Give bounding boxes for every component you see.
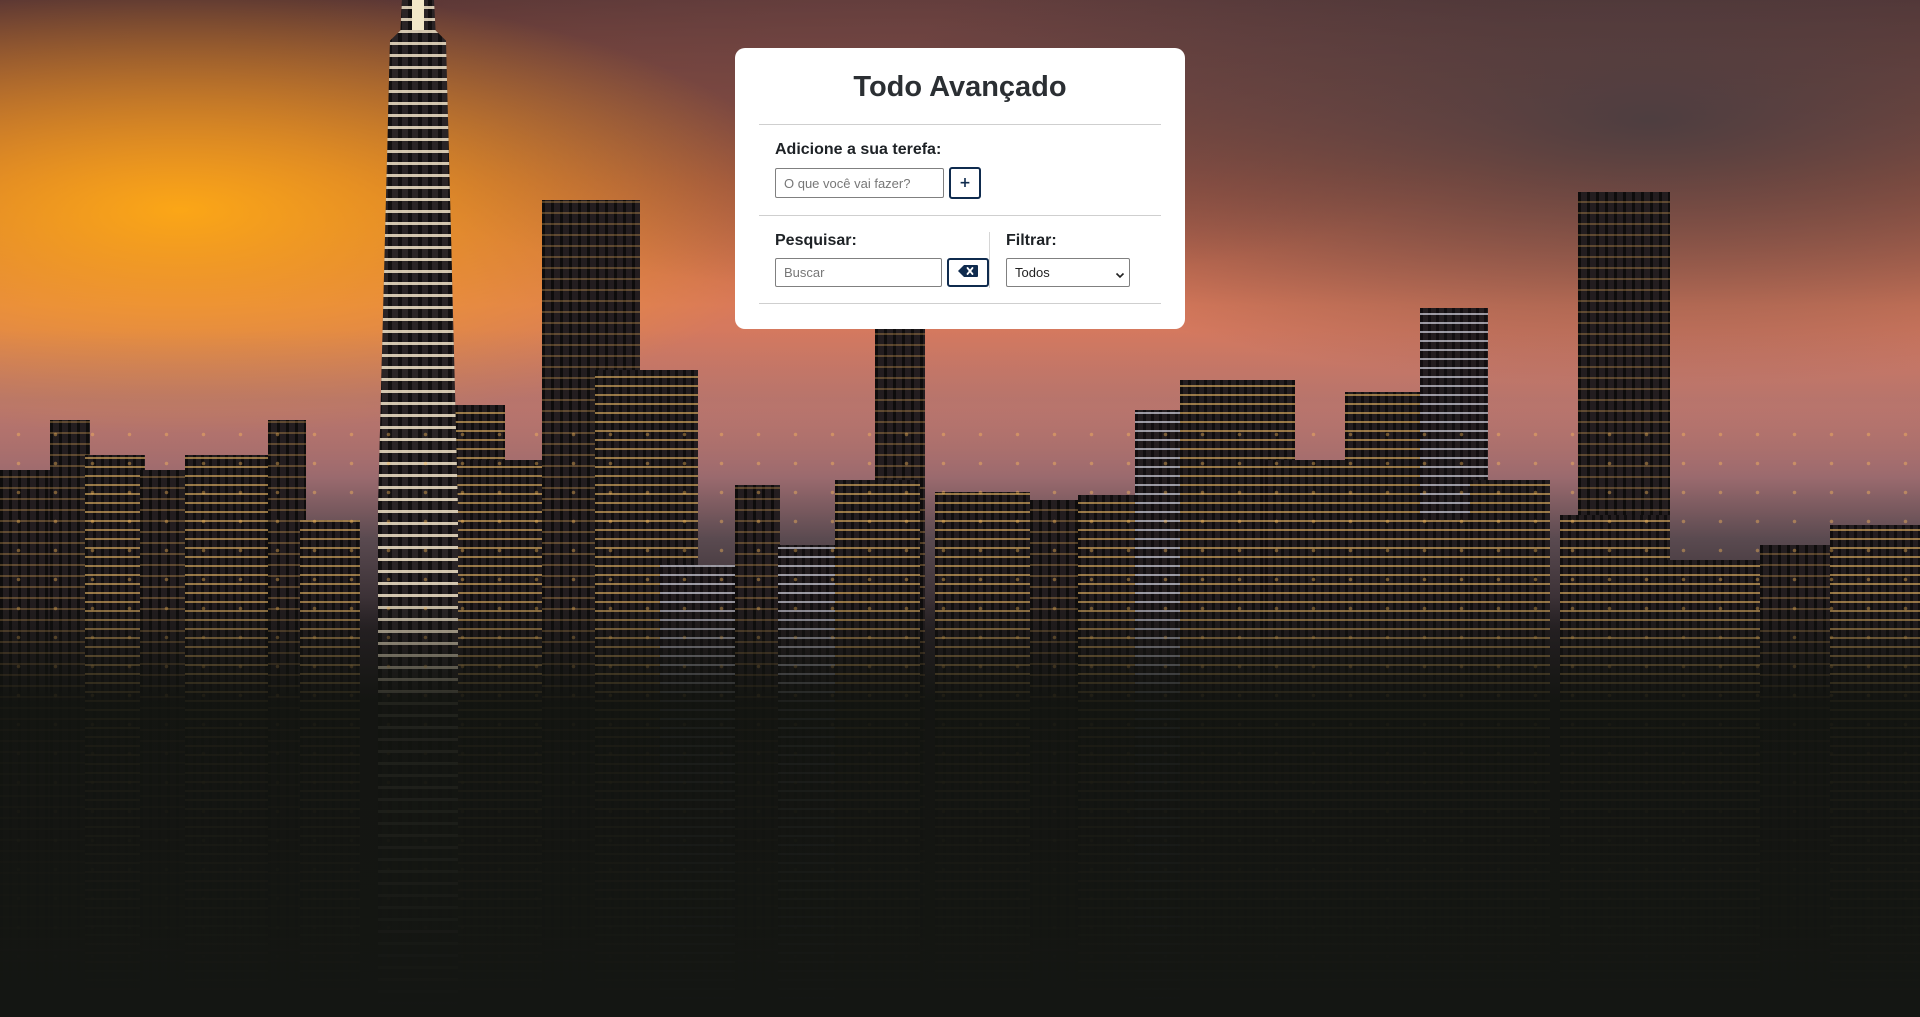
search-input[interactable] bbox=[775, 258, 942, 287]
page-title: Todo Avançado bbox=[853, 71, 1067, 103]
search-row bbox=[775, 258, 989, 287]
toolbar: Pesquisar: Filtrar: bbox=[759, 216, 1161, 303]
search-section: Pesquisar: bbox=[759, 232, 990, 288]
tower-spire bbox=[412, 0, 424, 30]
add-task-section: Adicione a sua terefa: + bbox=[759, 125, 1161, 215]
filter-selected-value: Todos bbox=[1015, 265, 1050, 280]
divider bbox=[759, 303, 1161, 304]
add-task-button[interactable]: + bbox=[949, 167, 981, 199]
add-task-input[interactable] bbox=[775, 168, 944, 198]
foreground-trees bbox=[0, 597, 1920, 1017]
add-task-label: Adicione a sua terefa: bbox=[775, 141, 942, 158]
page: Todo Avançado Adicione a sua terefa: + P… bbox=[0, 0, 1920, 1017]
search-label: Pesquisar: bbox=[775, 232, 857, 249]
chevron-down-icon bbox=[1115, 268, 1125, 278]
filter-section: Filtrar: Todos bbox=[990, 232, 1130, 303]
todo-card: Todo Avançado Adicione a sua terefa: + P… bbox=[735, 48, 1185, 329]
filter-label: Filtrar: bbox=[1006, 232, 1057, 249]
add-task-row: + bbox=[775, 167, 1145, 199]
backspace-icon bbox=[958, 264, 978, 281]
filter-select[interactable]: Todos bbox=[1006, 258, 1130, 287]
clear-search-button[interactable] bbox=[947, 258, 989, 287]
